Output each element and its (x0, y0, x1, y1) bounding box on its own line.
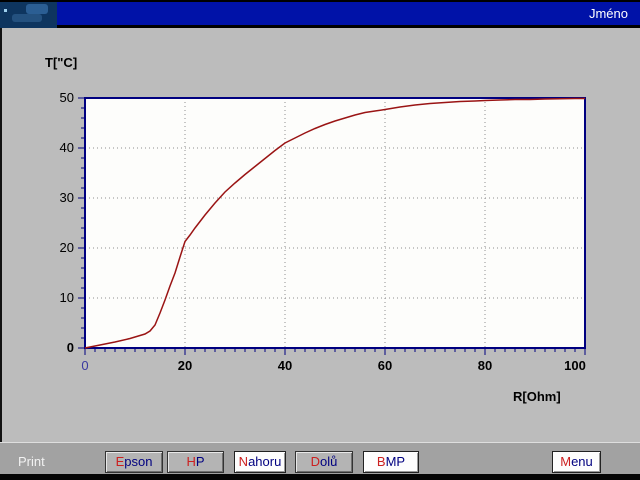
hp-button[interactable]: HP (167, 451, 224, 473)
button-label-rest: P (196, 454, 205, 469)
button-hotkey-letter: E (116, 454, 125, 469)
screen-bottom-edge (0, 474, 640, 480)
button-hotkey-letter: B (377, 454, 386, 469)
button-hotkey-letter: D (311, 454, 320, 469)
button-label-rest: ahoru (248, 454, 281, 469)
button-bar: Print EpsonHPNahoruDolůBMPMenu (0, 442, 640, 475)
button-label-rest: olů (320, 454, 337, 469)
y-tick-label: 10 (42, 290, 74, 305)
screen-left-edge (0, 28, 2, 480)
button-hotkey-letter: M (560, 454, 571, 469)
nahoru-button[interactable]: Nahoru (234, 451, 286, 473)
title-bar-background (0, 2, 640, 25)
y-tick-label: 30 (42, 190, 74, 205)
app-logo (0, 2, 57, 29)
dol-button[interactable]: Dolů (295, 451, 353, 473)
x-tick-label: 0 (63, 358, 107, 373)
y-tick-label: 20 (42, 240, 74, 255)
x-tick-label: 40 (263, 358, 307, 373)
logo-mark (26, 4, 48, 14)
app-screen: Jméno T["C] R[Ohm] 0 10 20 30 40 50 0 20 40 60 80 1… (0, 0, 640, 480)
logo-dot (4, 9, 7, 12)
title-bar: Jméno (0, 0, 640, 28)
x-tick-label: 100 (553, 358, 597, 373)
y-tick-label: 0 (42, 340, 74, 355)
button-hotkey-letter: H (186, 454, 195, 469)
button-label-rest: pson (124, 454, 152, 469)
y-tick-label: 40 (42, 140, 74, 155)
button-label-rest: MP (386, 454, 406, 469)
title-name-label: Jméno (589, 6, 628, 21)
bmp-button[interactable]: BMP (363, 451, 419, 473)
x-tick-label: 80 (463, 358, 507, 373)
x-axis-title: R[Ohm] (513, 389, 561, 404)
menu-button[interactable]: Menu (552, 451, 601, 473)
chart-area: T["C] (0, 28, 640, 442)
epson-button[interactable]: Epson (105, 451, 163, 473)
y-tick-label: 50 (42, 90, 74, 105)
x-tick-label: 60 (363, 358, 407, 373)
button-label-rest: enu (571, 454, 593, 469)
y-axis-title: T["C] (45, 55, 77, 70)
print-label: Print (18, 454, 45, 469)
logo-mark (12, 14, 42, 22)
x-tick-label: 20 (163, 358, 207, 373)
button-hotkey-letter: N (239, 454, 248, 469)
